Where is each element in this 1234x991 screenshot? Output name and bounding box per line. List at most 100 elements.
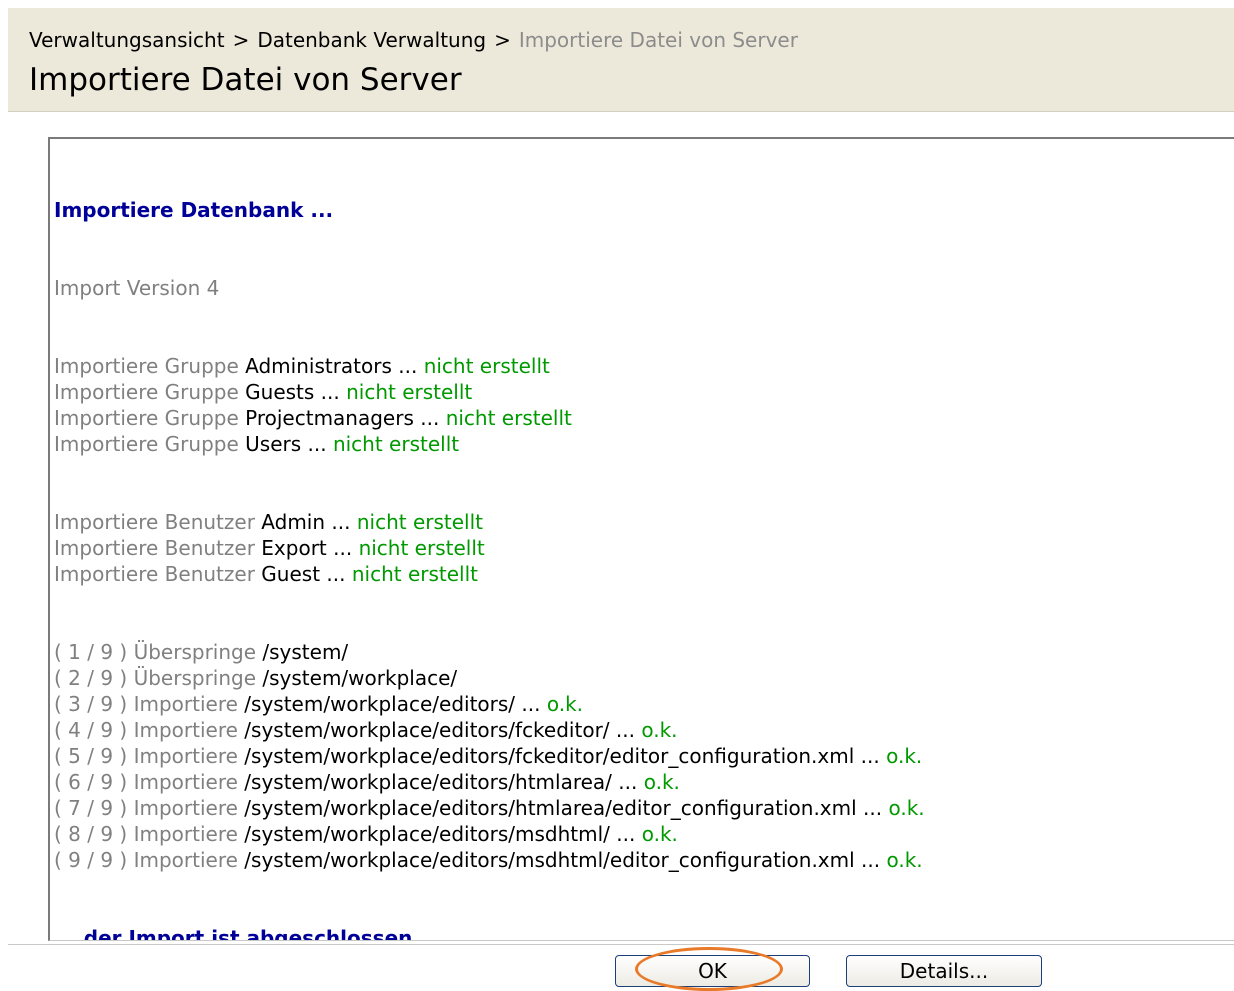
log-file-line: ( 6 / 9 ) Importiere /system/workplace/e… bbox=[54, 769, 925, 795]
log-file-status: o.k. bbox=[546, 692, 584, 716]
breadcrumb: Verwaltungsansicht > Datenbank Verwaltung >… bbox=[29, 28, 798, 52]
log-file-ellipsis: ... bbox=[609, 822, 642, 846]
log-file-ellipsis: ... bbox=[854, 848, 887, 872]
log-group-line: Importiere Gruppe Projectmanagers ... ni… bbox=[54, 405, 925, 431]
log-file-path: /system/workplace/editors/ bbox=[244, 692, 516, 716]
breadcrumb-item-current: Importiere Datei von Server bbox=[518, 28, 798, 52]
log-entry-name: Guests bbox=[245, 380, 315, 404]
log-file-action: Überspringe bbox=[133, 640, 263, 664]
log-entry-prefix: Importiere Benutzer bbox=[54, 536, 262, 560]
log-file-line: ( 1 / 9 ) Überspringe /system/ bbox=[54, 639, 925, 665]
log-group-line: Importiere Gruppe Guests ... nicht erste… bbox=[54, 379, 925, 405]
log-heading: Importiere Datenbank ... bbox=[54, 198, 334, 222]
log-entry-ellipsis: ... bbox=[320, 562, 352, 586]
log-file-ellipsis: ... bbox=[609, 718, 642, 742]
log-file-status: o.k. bbox=[888, 796, 925, 820]
footer-divider bbox=[8, 944, 1234, 945]
log-file-counter: ( 8 / 9 ) bbox=[54, 822, 134, 846]
log-entry-name: Export bbox=[261, 536, 327, 560]
log-group-lines: Importiere Gruppe Administrators ... nic… bbox=[54, 353, 925, 457]
log-entry-status: nicht erstellt bbox=[356, 510, 483, 534]
log-file-line: ( 7 / 9 ) Importiere /system/workplace/e… bbox=[54, 795, 925, 821]
log-file-action: Überspringe bbox=[133, 666, 263, 690]
import-log: Importiere Datenbank ... Import Version … bbox=[54, 145, 925, 940]
log-file-status: o.k. bbox=[641, 718, 678, 742]
log-user-lines: Importiere Benutzer Admin ... nicht erst… bbox=[54, 509, 925, 587]
log-entry-ellipsis: ... bbox=[391, 354, 424, 378]
log-entry-name: Admin bbox=[261, 510, 326, 534]
log-entry-name: Guest bbox=[261, 562, 321, 586]
log-file-counter: ( 6 / 9 ) bbox=[54, 770, 134, 794]
log-entry-ellipsis: ... bbox=[325, 510, 357, 534]
log-entry-name: Projectmanagers bbox=[245, 406, 414, 430]
log-entry-status: nicht erstellt bbox=[358, 536, 485, 560]
log-file-line: ( 3 / 9 ) Importiere /system/workplace/e… bbox=[54, 691, 925, 717]
log-entry-prefix: Importiere Gruppe bbox=[54, 432, 246, 456]
import-log-panel[interactable]: Importiere Datenbank ... Import Version … bbox=[48, 137, 1234, 941]
log-entry-status: nicht erstellt bbox=[351, 562, 478, 586]
log-file-action: Importiere bbox=[133, 822, 245, 846]
log-file-counter: ( 7 / 9 ) bbox=[54, 796, 134, 820]
log-entry-prefix: Importiere Benutzer bbox=[54, 510, 262, 534]
log-file-action: Importiere bbox=[133, 744, 245, 768]
details-button[interactable]: Details... bbox=[846, 955, 1042, 987]
log-file-counter: ( 1 / 9 ) bbox=[54, 640, 134, 664]
log-user-line: Importiere Benutzer Admin ... nicht erst… bbox=[54, 509, 925, 535]
log-entry-status: nicht erstellt bbox=[346, 380, 473, 404]
log-group-line: Importiere Gruppe Users ... nicht erstel… bbox=[54, 431, 925, 457]
log-file-status: o.k. bbox=[886, 744, 923, 768]
log-file-status: o.k. bbox=[643, 770, 680, 794]
log-file-ellipsis: ... bbox=[856, 796, 889, 820]
log-entry-prefix: Importiere Gruppe bbox=[54, 406, 246, 430]
log-file-status: o.k. bbox=[886, 848, 923, 872]
log-file-path: /system/workplace/editors/htmlarea/ bbox=[244, 770, 612, 794]
log-file-path: /system/workplace/editors/msdhtml/editor… bbox=[244, 848, 855, 872]
log-file-path: /system/ bbox=[262, 640, 349, 664]
log-file-counter: ( 4 / 9 ) bbox=[54, 718, 134, 742]
page-title: Importiere Datei von Server bbox=[29, 62, 462, 98]
breadcrumb-item-verwaltungsansicht[interactable]: Verwaltungsansicht bbox=[29, 28, 225, 52]
page-header: Verwaltungsansicht > Datenbank Verwaltung >… bbox=[8, 8, 1234, 112]
log-file-action: Importiere bbox=[133, 718, 245, 742]
log-entry-prefix: Importiere Gruppe bbox=[54, 380, 246, 404]
log-file-line: ( 2 / 9 ) Überspringe /system/workplace/ bbox=[54, 665, 925, 691]
log-user-line: Importiere Benutzer Guest ... nicht erst… bbox=[54, 561, 925, 587]
log-file-line: ( 8 / 9 ) Importiere /system/workplace/e… bbox=[54, 821, 925, 847]
log-file-path: /system/workplace/editors/fckeditor/ bbox=[244, 718, 610, 742]
log-file-action: Importiere bbox=[133, 692, 245, 716]
log-file-line: ( 5 / 9 ) Importiere /system/workplace/e… bbox=[54, 743, 925, 769]
log-file-lines: ( 1 / 9 ) Überspringe /system/( 2 / 9 ) … bbox=[54, 639, 925, 873]
log-file-path: /system/workplace/ bbox=[262, 666, 458, 690]
log-file-counter: ( 2 / 9 ) bbox=[54, 666, 134, 690]
log-file-path: /system/workplace/editors/msdhtml/ bbox=[244, 822, 610, 846]
log-file-status: o.k. bbox=[641, 822, 678, 846]
log-file-counter: ( 5 / 9 ) bbox=[54, 744, 134, 768]
log-entry-ellipsis: ... bbox=[301, 432, 333, 456]
breadcrumb-separator: > bbox=[494, 28, 511, 52]
log-file-ellipsis: ... bbox=[854, 744, 887, 768]
log-file-action: Importiere bbox=[133, 796, 245, 820]
log-entry-status: nicht erstellt bbox=[445, 406, 572, 430]
log-entry-ellipsis: ... bbox=[413, 406, 446, 430]
log-user-line: Importiere Benutzer Export ... nicht ers… bbox=[54, 535, 925, 561]
log-file-path: /system/workplace/editors/fckeditor/edit… bbox=[244, 744, 855, 768]
log-file-ellipsis: ... bbox=[515, 692, 547, 716]
log-entry-status: nicht erstellt bbox=[332, 432, 460, 456]
ok-button[interactable]: OK bbox=[615, 955, 810, 987]
log-entry-prefix: Importiere Benutzer bbox=[54, 562, 262, 586]
breadcrumb-item-datenbank-verwaltung[interactable]: Datenbank Verwaltung bbox=[257, 28, 486, 52]
log-entry-name: Users bbox=[245, 432, 302, 456]
log-entry-prefix: Importiere Gruppe bbox=[54, 354, 246, 378]
breadcrumb-separator: > bbox=[232, 28, 250, 52]
log-file-counter: ( 3 / 9 ) bbox=[54, 692, 134, 716]
log-file-path: /system/workplace/editors/htmlarea/edito… bbox=[244, 796, 857, 820]
log-entry-ellipsis: ... bbox=[326, 536, 359, 560]
log-version: Import Version 4 bbox=[54, 276, 220, 300]
log-file-line: ( 4 / 9 ) Importiere /system/workplace/e… bbox=[54, 717, 925, 743]
log-file-action: Importiere bbox=[133, 770, 245, 794]
log-entry-ellipsis: ... bbox=[314, 380, 347, 404]
log-file-ellipsis: ... bbox=[611, 770, 644, 794]
log-entry-status: nicht erstellt bbox=[423, 354, 550, 378]
log-group-line: Importiere Gruppe Administrators ... nic… bbox=[54, 353, 925, 379]
log-entry-name: Administrators bbox=[245, 354, 392, 378]
